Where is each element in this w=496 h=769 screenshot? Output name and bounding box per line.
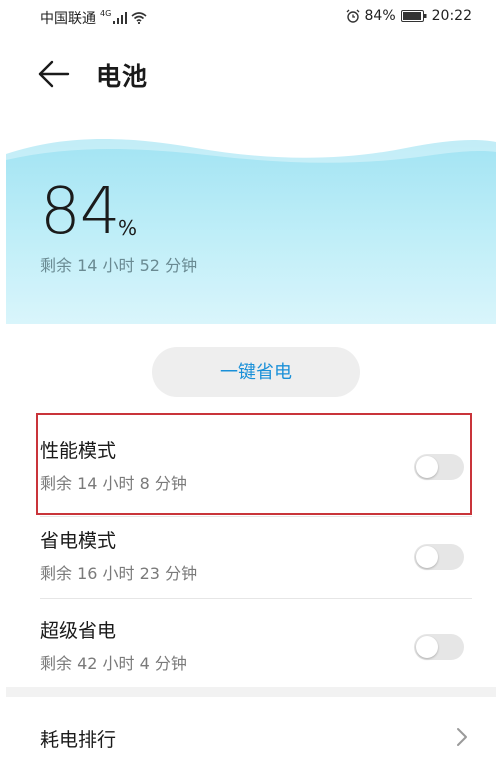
mode-remaining: 剩余 14 小时 8 分钟: [40, 474, 187, 493]
mode-row-power-saving[interactable]: 省电模式 剩余 16 小时 23 分钟: [0, 508, 496, 596]
arrow-left-icon[interactable]: [36, 58, 72, 90]
mode-remaining: 剩余 42 小时 4 分钟: [40, 654, 187, 673]
section-divider: [6, 687, 496, 697]
battery-level-value: 84: [40, 175, 120, 249]
page-title: 电池: [96, 62, 149, 91]
battery-settings-screen: 中国联通 4G 84% 20:22 电池 84 % 剩余 14 小时 52 分钟…: [0, 0, 496, 769]
mode-title: 超级省电: [40, 620, 117, 642]
battery-level-panel: 84 % 剩余 14 小时 52 分钟: [6, 126, 496, 324]
mode-row-ultra-saving[interactable]: 超级省电 剩余 42 小时 4 分钟: [0, 598, 496, 686]
ranking-label: 耗电排行: [40, 729, 117, 751]
battery-remaining-time: 剩余 14 小时 52 分钟: [40, 256, 198, 275]
toggle-knob: [416, 546, 438, 568]
mode-remaining: 剩余 16 小时 23 分钟: [40, 564, 198, 583]
network-type: 4G: [100, 8, 112, 18]
status-right: 84% 20:22: [346, 8, 472, 24]
one-key-save-button[interactable]: 一键省电: [152, 347, 360, 397]
toggle-knob: [416, 456, 438, 478]
toggle-knob: [416, 636, 438, 658]
chevron-right-icon: [457, 728, 467, 746]
alarm-icon: [346, 9, 359, 23]
wifi-icon: [131, 12, 147, 24]
clock: 20:22: [431, 8, 472, 24]
status-bar: 中国联通 4G 84% 20:22: [0, 0, 496, 36]
battery-percent-status: 84%: [364, 8, 396, 24]
mode-title: 性能模式: [40, 440, 117, 462]
battery-icon: [400, 10, 427, 22]
ultra-saving-toggle[interactable]: [414, 634, 464, 660]
app-header: 电池: [0, 44, 496, 104]
power-consumption-ranking-row[interactable]: 耗电排行: [0, 697, 496, 769]
mode-title: 省电模式: [40, 530, 117, 552]
carrier-name: 中国联通: [40, 11, 96, 27]
status-left: 中国联通 4G: [40, 8, 147, 28]
power-saving-mode-toggle[interactable]: [414, 544, 464, 570]
mode-row-performance[interactable]: 性能模式 剩余 14 小时 8 分钟: [0, 418, 496, 506]
performance-mode-toggle[interactable]: [414, 454, 464, 480]
battery-level-unit: %: [118, 216, 138, 240]
signal-icon: [113, 12, 128, 24]
